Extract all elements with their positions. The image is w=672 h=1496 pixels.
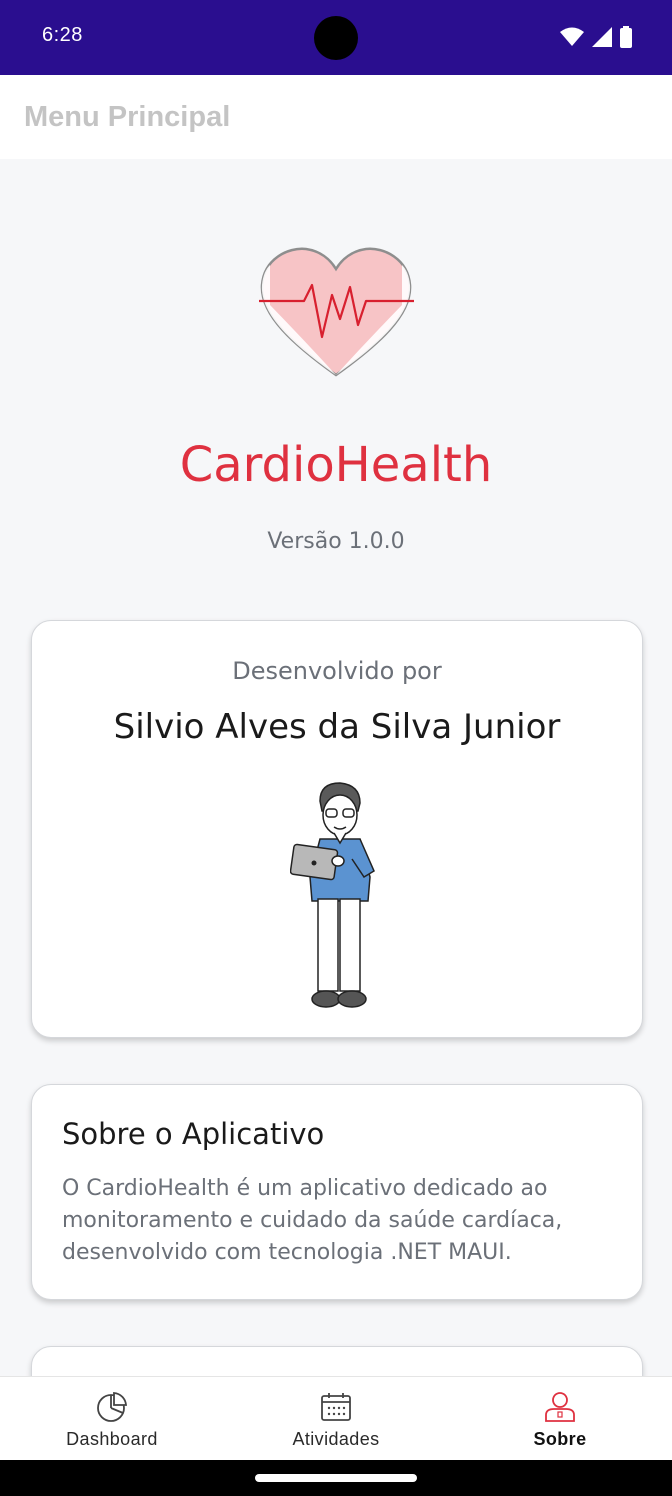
next-card — [31, 1346, 643, 1376]
app-version: Versão 1.0.0 — [267, 529, 405, 554]
nav-label-atividades: Atividades — [292, 1429, 380, 1449]
about-description: O CardioHealth é um aplicativo dedicado … — [62, 1176, 563, 1265]
pie-chart-icon — [97, 1392, 127, 1422]
developer-name: Silvio Alves da Silva Junior — [113, 707, 561, 747]
signal-icon — [592, 27, 612, 47]
developer-illustration — [290, 782, 375, 1008]
about-content[interactable]: CardioHealth Versão 1.0.0 Desenvolvido p… — [0, 159, 672, 1376]
about-card: Sobre o Aplicativo O CardioHealth é um a… — [31, 1084, 643, 1300]
battery-icon — [620, 26, 632, 48]
nav-atividades[interactable]: Atividades — [224, 1377, 448, 1461]
nav-label-sobre: Sobre — [533, 1429, 587, 1449]
app-name: CardioHealth — [179, 437, 493, 493]
about-title: Sobre o Aplicativo — [62, 1117, 325, 1151]
nav-dashboard[interactable]: Dashboard — [0, 1377, 224, 1461]
person-icon — [545, 1392, 575, 1422]
gesture-navigation-area — [0, 1460, 672, 1496]
status-time: 6:28 — [42, 24, 83, 46]
app-bar: Menu Principal — [0, 75, 672, 159]
calendar-icon — [321, 1393, 351, 1421]
developer-label: Desenvolvido por — [232, 657, 442, 685]
wifi-icon — [560, 27, 584, 46]
camera-cutout — [314, 16, 358, 60]
status-icons — [560, 26, 632, 48]
nav-label-dashboard: Dashboard — [66, 1429, 158, 1449]
developer-card: Desenvolvido por Silvio Alves da Silva J… — [31, 620, 643, 1038]
status-bar: 6:28 — [0, 0, 672, 75]
home-gesture-handle[interactable] — [255, 1474, 417, 1482]
bottom-nav: Dashboard Atividades Sobre — [0, 1376, 672, 1461]
page-title: Menu Principal — [24, 101, 231, 133]
heart-logo-icon — [259, 247, 414, 377]
nav-sobre[interactable]: Sobre — [448, 1377, 672, 1461]
